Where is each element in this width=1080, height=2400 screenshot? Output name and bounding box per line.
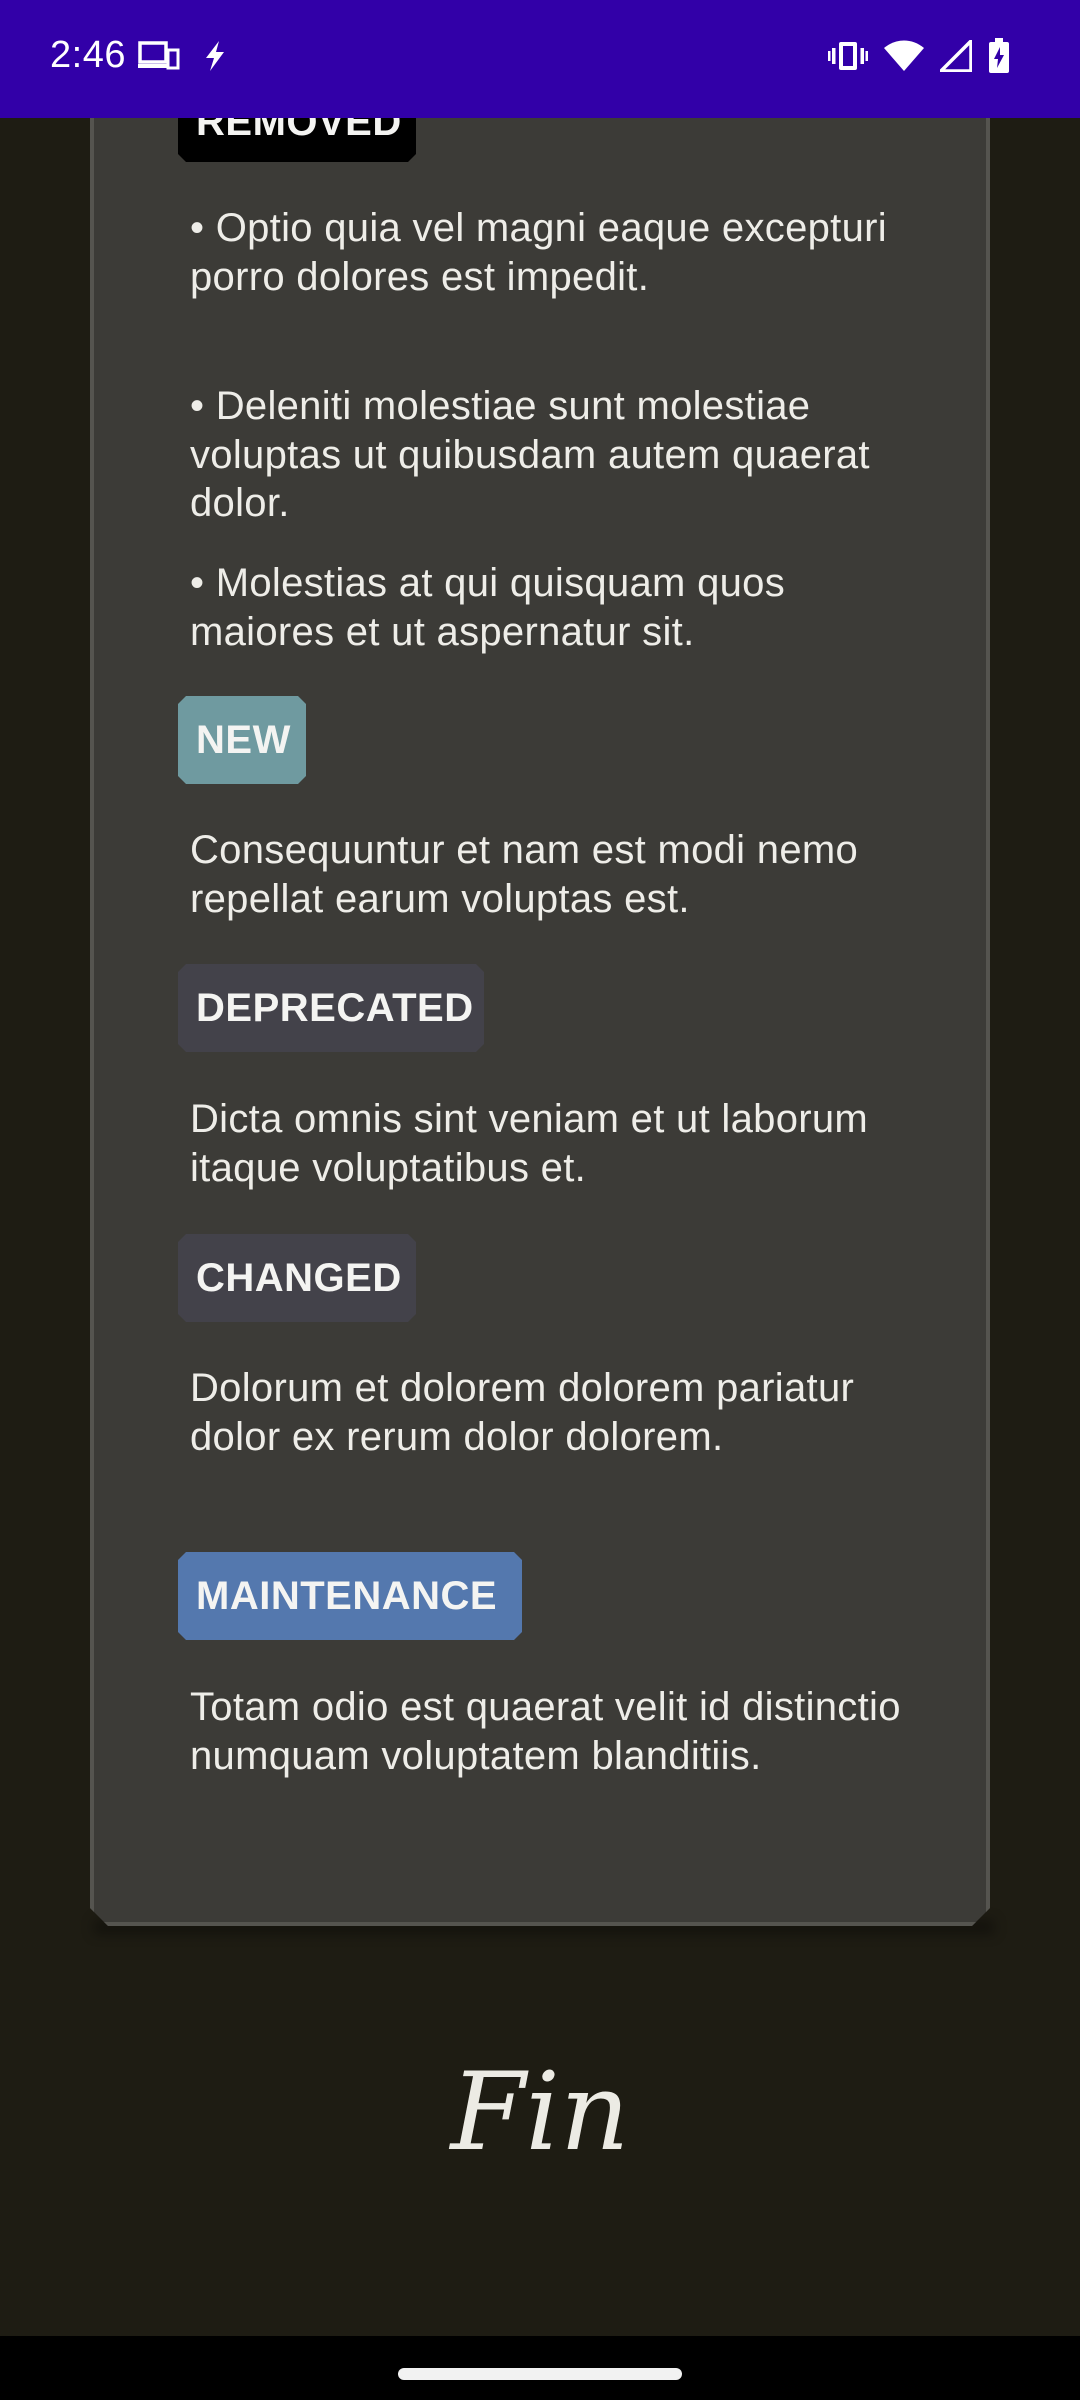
home-gesture-handle[interactable] — [398, 2368, 682, 2380]
maintenance-tag: MAINTENANCE — [178, 1552, 522, 1640]
wifi-icon — [884, 40, 924, 72]
removed-item-3: • Molestias at qui quisquam quos maiores… — [190, 561, 786, 654]
devices-icon — [138, 40, 180, 72]
maintenance-text: Totam odio est quaerat velit id distinct… — [190, 1685, 901, 1778]
flash-icon — [202, 40, 228, 72]
status-left-icons — [138, 40, 228, 72]
status-bar: 2:46 — [0, 0, 1080, 118]
status-right-icons — [828, 38, 1010, 74]
deprecated-tag: DEPRECATED — [178, 964, 484, 1052]
deprecated-text: Dicta omnis sint veniam et ut laborum it… — [190, 1097, 869, 1190]
vibrate-icon — [828, 39, 868, 73]
changed-tag: CHANGED — [178, 1234, 416, 1322]
new-tag: NEW — [178, 696, 306, 784]
new-text: Consequuntur et nam est modi nemo repell… — [190, 828, 859, 921]
battery-charging-icon — [988, 38, 1010, 74]
signal-icon — [940, 40, 972, 72]
changed-text: Dolorum et dolorem dolorem pariatur dolo… — [190, 1366, 855, 1459]
fin-label: Fin — [450, 2050, 630, 2175]
status-time: 2:46 — [50, 34, 126, 76]
removed-item-1: • Optio quia vel magni eaque excepturi p… — [190, 206, 887, 299]
removed-item-2: • Deleniti molestiae sunt molestiae volu… — [190, 384, 870, 525]
